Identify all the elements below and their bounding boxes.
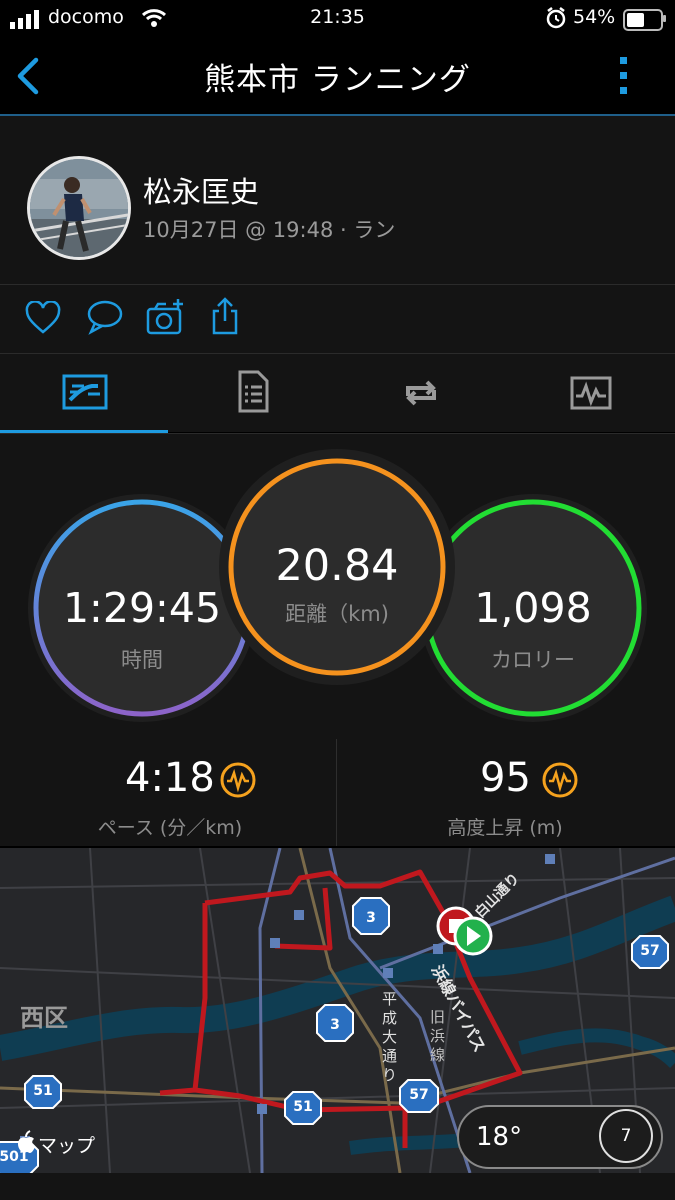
route-shield-51b: 51 bbox=[293, 1099, 313, 1115]
page-title: 熊本市 ランニング bbox=[204, 62, 471, 98]
battery-level bbox=[627, 13, 645, 27]
route-shield-3a: 3 bbox=[366, 910, 376, 926]
battery-tip bbox=[663, 15, 666, 22]
battery-percent: 54% bbox=[573, 6, 616, 28]
map-attribution[interactable]: マップ bbox=[38, 1131, 95, 1158]
pace-label: ペース (分／km) bbox=[97, 817, 243, 839]
pace-insight-icon[interactable] bbox=[219, 761, 257, 799]
share-icon[interactable] bbox=[210, 297, 240, 337]
road-label-old-hama: 旧浜線 bbox=[430, 1008, 446, 1064]
calories-label: カロリー bbox=[491, 648, 575, 672]
status-bar: docomo 21:35 54% bbox=[0, 0, 675, 38]
avatar-photo bbox=[30, 159, 128, 257]
route-shield-57a: 57 bbox=[409, 1087, 429, 1103]
metrics-row: 4:18 ペース (分／km) 95 高度上昇 (m) bbox=[0, 739, 675, 846]
avatar[interactable] bbox=[27, 156, 131, 260]
tab-bar bbox=[0, 354, 675, 432]
elevation-insight-icon[interactable] bbox=[541, 761, 579, 799]
route-shield-51a: 51 bbox=[33, 1083, 53, 1099]
elevation-label: 高度上昇 (m) bbox=[447, 817, 563, 839]
distance-label: 距離（km) bbox=[285, 602, 389, 626]
route-shield-3b: 3 bbox=[330, 1017, 340, 1033]
route-map[interactable]: 西区 平成大通り 旧浜線 浜線バイパス 白山通り 3 3 51 51 57 57… bbox=[0, 848, 675, 1173]
action-row bbox=[0, 285, 675, 353]
distance-value: 20.84 bbox=[275, 541, 399, 591]
time-value: 1:29:45 bbox=[62, 584, 222, 632]
heart-icon[interactable] bbox=[25, 301, 61, 335]
pace-value: 4:18 bbox=[125, 755, 215, 801]
activity-header: 松永匡史 10月27日 @ 19:48 · ラン bbox=[0, 116, 675, 284]
laps-tab[interactable] bbox=[400, 376, 442, 410]
metrics-divider bbox=[336, 739, 337, 846]
time-label: 時間 bbox=[121, 648, 163, 672]
add-photo-icon[interactable] bbox=[146, 297, 186, 337]
apple-logo-icon bbox=[18, 1130, 35, 1153]
weather-temperature: 18° bbox=[476, 1122, 523, 1152]
charts-tab[interactable] bbox=[570, 376, 612, 410]
wind-compass-value: 7 bbox=[620, 1126, 632, 1146]
details-tab[interactable] bbox=[236, 370, 270, 414]
next-section-peek bbox=[0, 1173, 675, 1200]
route-shield-57b: 57 bbox=[640, 943, 660, 959]
nav-bar: 熊本市 ランニング bbox=[0, 38, 675, 114]
summary-stats: 1:29:45 時間 20.84 距離（km) 1,098 カロリー bbox=[0, 434, 675, 739]
map-canvas bbox=[0, 848, 675, 1173]
elevation-value: 95 bbox=[480, 755, 531, 801]
road-label-heisei: 平成大通り bbox=[382, 990, 398, 1084]
district-label: 西区 bbox=[20, 1004, 68, 1032]
overview-tab[interactable] bbox=[62, 374, 108, 410]
calories-value: 1,098 bbox=[474, 584, 592, 632]
more-vertical-icon[interactable] bbox=[614, 54, 634, 98]
athlete-name[interactable]: 松永匡史 bbox=[143, 169, 259, 211]
activity-date: 10月27日 @ 19:48 · ラン bbox=[143, 218, 396, 242]
comment-icon[interactable] bbox=[86, 299, 124, 335]
battery-icon bbox=[623, 9, 663, 31]
alarm-icon bbox=[546, 7, 566, 29]
